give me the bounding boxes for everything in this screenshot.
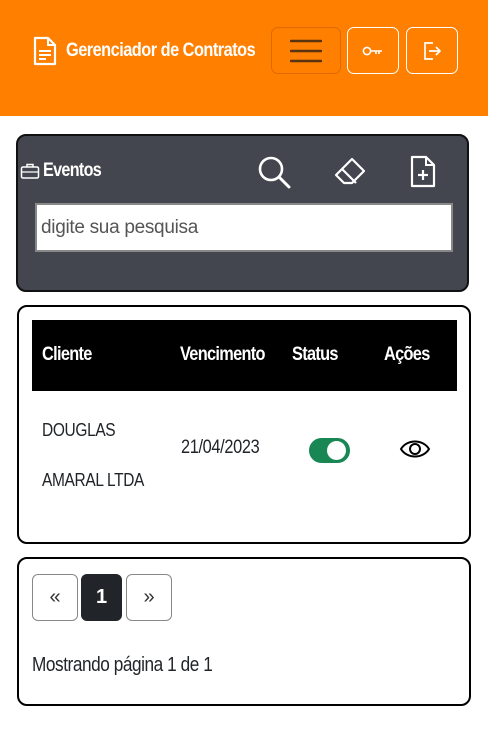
eye-icon[interactable]	[399, 437, 431, 461]
brand[interactable]: Gerenciador de Contratos	[32, 36, 286, 66]
top-navbar: Gerenciador de Contratos	[0, 0, 488, 116]
events-label: Eventos	[43, 160, 102, 181]
cell-vencimento: 21/04/2023	[181, 437, 260, 458]
new-document-icon	[410, 155, 436, 188]
new-event-button[interactable]	[408, 152, 438, 192]
key-icon	[362, 46, 382, 55]
pagination-card: « 1 » Mostrando página 1 de 1	[17, 557, 471, 706]
contracts-table-card: Cliente Vencimento Status Ações DOUGLAS …	[17, 305, 471, 544]
events-search-card: Eventos	[16, 134, 469, 292]
hamburger-menu-icon	[290, 39, 322, 62]
logout-icon	[424, 41, 441, 60]
logout-button[interactable]	[406, 27, 458, 74]
page-1-button[interactable]: 1	[81, 574, 122, 621]
change-password-button[interactable]	[347, 27, 399, 74]
status-toggle-knob	[327, 441, 346, 460]
search-button[interactable]	[254, 152, 294, 192]
status-toggle[interactable]	[309, 438, 350, 463]
previous-page-button[interactable]: «	[32, 574, 78, 621]
table-header: Cliente Vencimento Status Ações	[32, 320, 457, 391]
briefcase-icon	[20, 163, 40, 179]
eraser-icon	[334, 157, 366, 185]
search-icon	[258, 156, 291, 189]
menu-toggle-button[interactable]	[271, 27, 341, 74]
document-icon	[33, 36, 57, 66]
app-title: Gerenciador de Contratos	[66, 40, 256, 61]
clear-search-button[interactable]	[330, 152, 370, 192]
table-row: DOUGLAS AMARAL LTDA 21/04/2023	[32, 393, 457, 513]
column-header-vencimento: Vencimento	[180, 344, 266, 365]
pagination-info: Mostrando página 1 de 1	[32, 654, 213, 676]
search-input[interactable]	[35, 203, 453, 252]
column-header-acoes: Ações	[384, 344, 430, 365]
column-header-cliente: Cliente	[42, 344, 92, 365]
events-title: Eventos	[20, 160, 111, 182]
cell-cliente: DOUGLAS AMARAL LTDA	[42, 420, 145, 490]
next-page-button[interactable]: »	[126, 574, 172, 621]
column-header-status: Status	[292, 344, 339, 365]
